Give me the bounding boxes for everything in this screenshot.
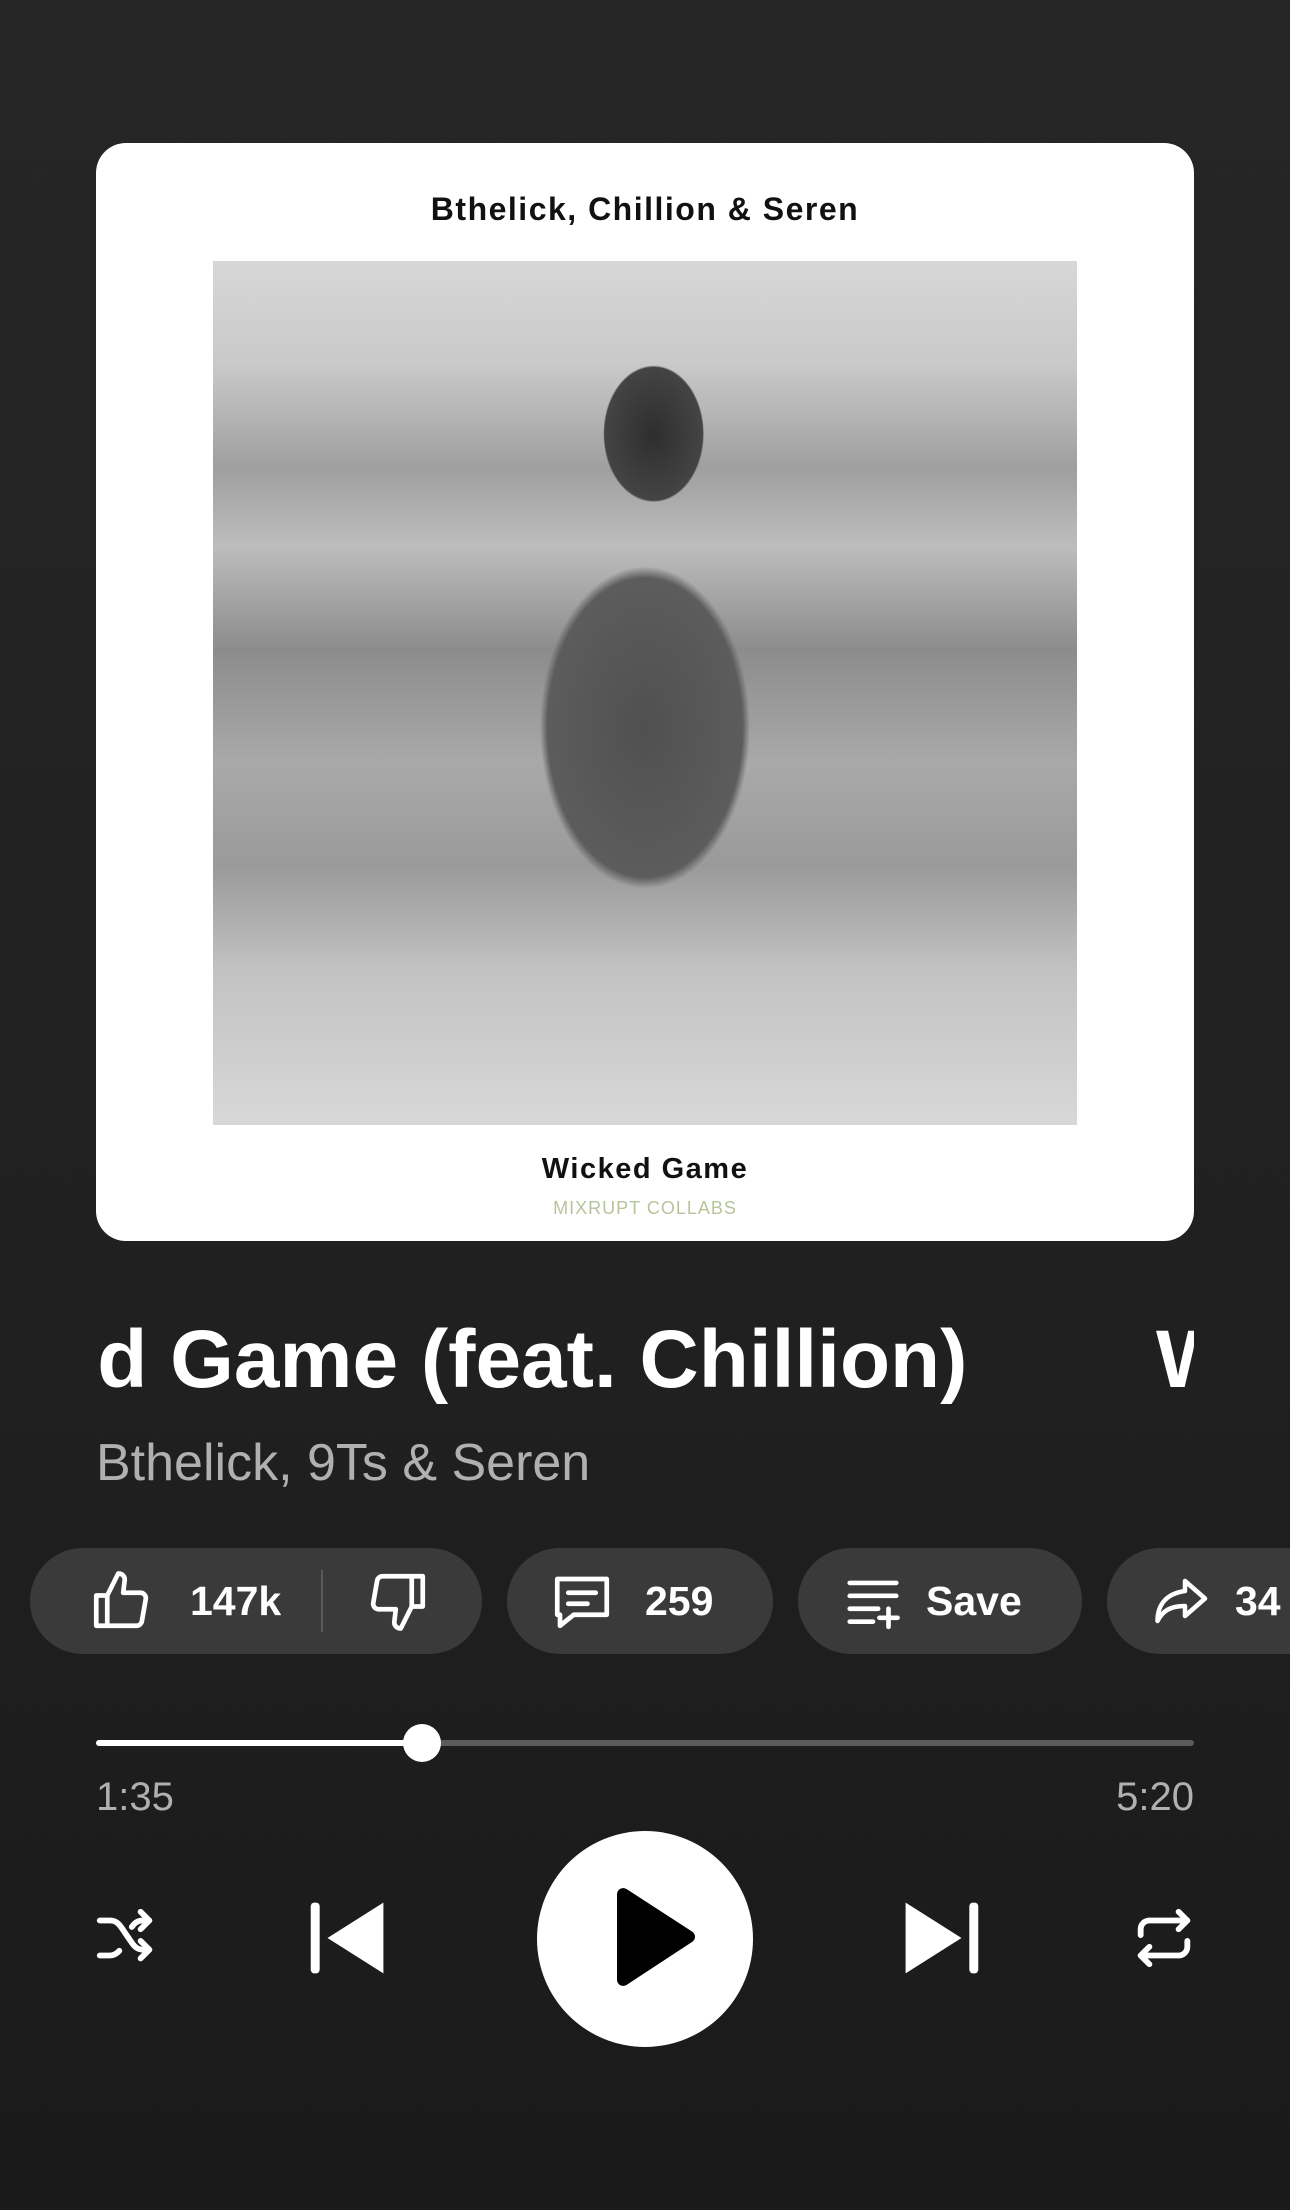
skip-next-icon [896,1897,986,1984]
comment-icon [547,1568,617,1634]
dislike-button[interactable] [365,1568,431,1634]
track-title-repeat: W [1156,1305,1194,1415]
comment-count: 259 [645,1577,714,1624]
previous-button[interactable] [300,1896,396,1984]
play-icon [607,1887,697,1992]
share-button[interactable]: 34 [1107,1548,1290,1654]
artwork-photo [213,261,1077,1125]
like-button[interactable]: 147k [30,1568,281,1634]
elapsed-time: 1:35 [96,1775,174,1819]
track-artists[interactable]: Bthelick, 9Ts & Seren [96,1428,590,1498]
track-title: Wicked Game (feat. Chillion) [96,1314,968,1405]
progress-thumb[interactable] [403,1724,442,1762]
progress-fill [96,1740,423,1746]
repeat-icon [1129,1903,1199,1978]
like-dislike-pill: 147k [30,1548,482,1654]
artwork-artist-text: Bthelick, Chillion & Seren [430,191,860,227]
shuffle-icon [91,1903,161,1978]
pill-divider [321,1570,324,1632]
comments-button[interactable]: 259 [507,1548,773,1654]
next-button[interactable] [893,1896,989,1984]
repeat-button[interactable] [1124,1900,1204,1980]
play-button[interactable] [537,1831,753,2047]
thumbs-down-icon [365,1568,431,1634]
save-label: Save [926,1577,1022,1624]
like-count: 147k [190,1577,282,1624]
share-count: 34 [1235,1577,1281,1624]
thumbs-up-icon [88,1568,154,1634]
shuffle-button[interactable] [86,1900,166,1980]
artwork-title-text: Wicked Game [541,1153,749,1185]
artwork-label-logo: MIXRUPT COLLABS [553,1198,737,1218]
total-duration: 5:20 [1116,1775,1194,1819]
album-artwork: Bthelick, Chillion & Seren Wicked Game M… [96,143,1194,1241]
share-icon [1147,1571,1213,1631]
progress-bar[interactable] [96,1724,1194,1762]
skip-previous-icon [303,1897,393,1984]
save-button[interactable]: Save [798,1548,1082,1654]
playlist-add-icon [842,1570,904,1632]
track-title-marquee: Wicked Game (feat. Chillion) W [96,1305,1194,1415]
